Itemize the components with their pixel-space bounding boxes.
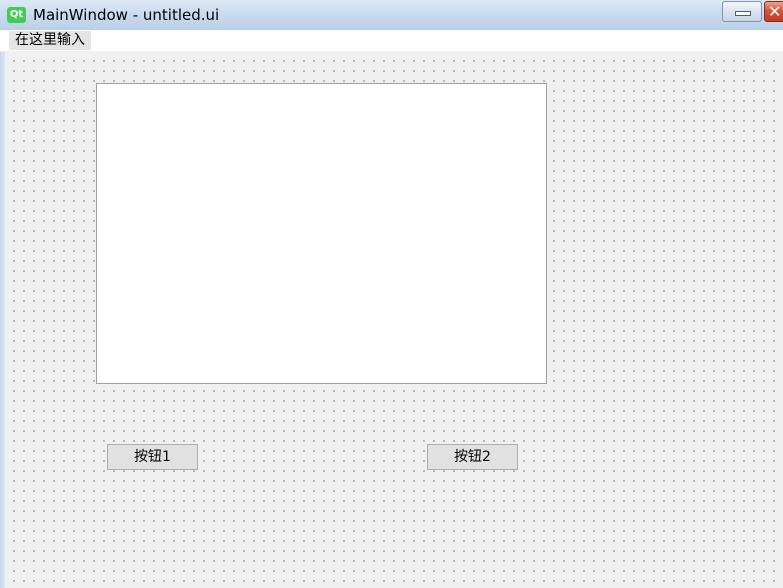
title-bar[interactable]: Qt MainWindow - untitled.ui ✕ bbox=[0, 0, 783, 31]
button-1[interactable]: 按钮1 bbox=[107, 444, 198, 470]
close-button[interactable]: ✕ bbox=[764, 1, 783, 22]
qt-logo-icon: Qt bbox=[7, 7, 26, 23]
minimize-button[interactable] bbox=[722, 1, 762, 22]
button-2[interactable]: 按钮2 bbox=[427, 444, 518, 470]
text-edit[interactable] bbox=[96, 83, 547, 384]
minimize-icon bbox=[735, 11, 751, 16]
menu-bar: 在这里输入 bbox=[0, 30, 783, 51]
main-window: Qt MainWindow - untitled.ui ✕ 在这里输入 按钮1 … bbox=[0, 0, 783, 588]
close-icon: ✕ bbox=[768, 2, 782, 21]
menu-item-type-here[interactable]: 在这里输入 bbox=[9, 31, 91, 50]
window-title: MainWindow - untitled.ui bbox=[33, 6, 220, 24]
